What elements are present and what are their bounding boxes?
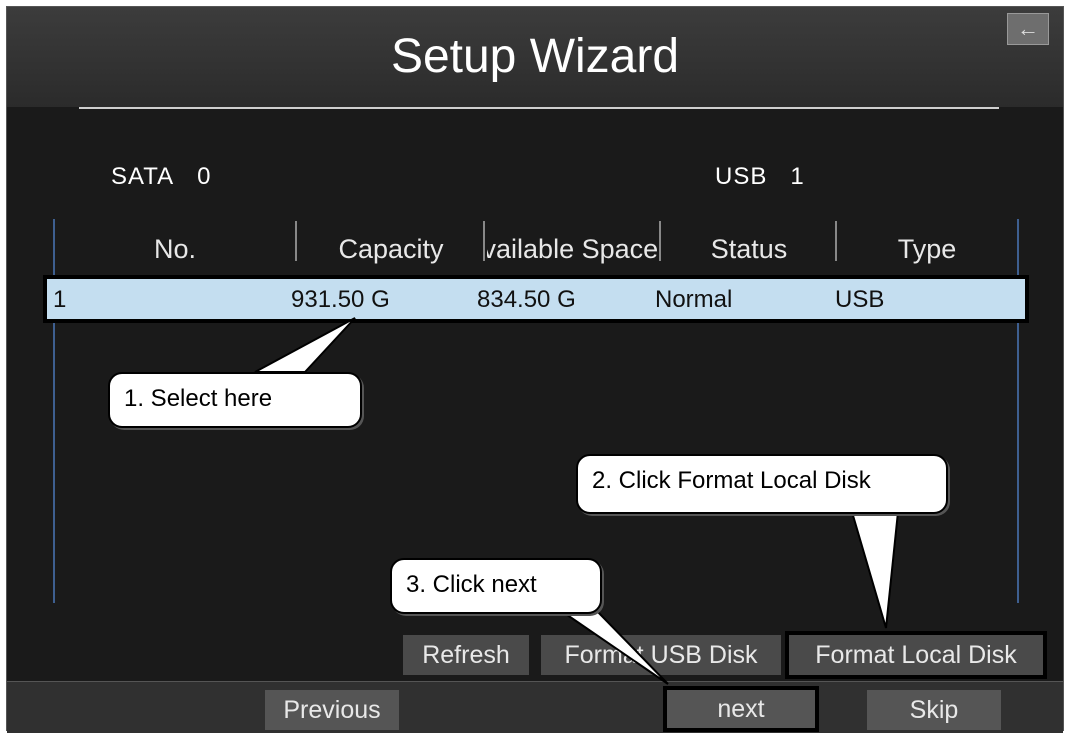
annotation-step1: 1. Select here	[108, 372, 362, 428]
annotation-step2: 2. Click Format Local Disk	[576, 454, 948, 514]
callout-tails	[254, 317, 900, 685]
callout-tail-step3	[556, 609, 669, 685]
annotation-step3: 3. Click next	[390, 558, 602, 614]
callout-tail-step2	[850, 511, 900, 629]
callout-tail-step1	[254, 317, 356, 373]
